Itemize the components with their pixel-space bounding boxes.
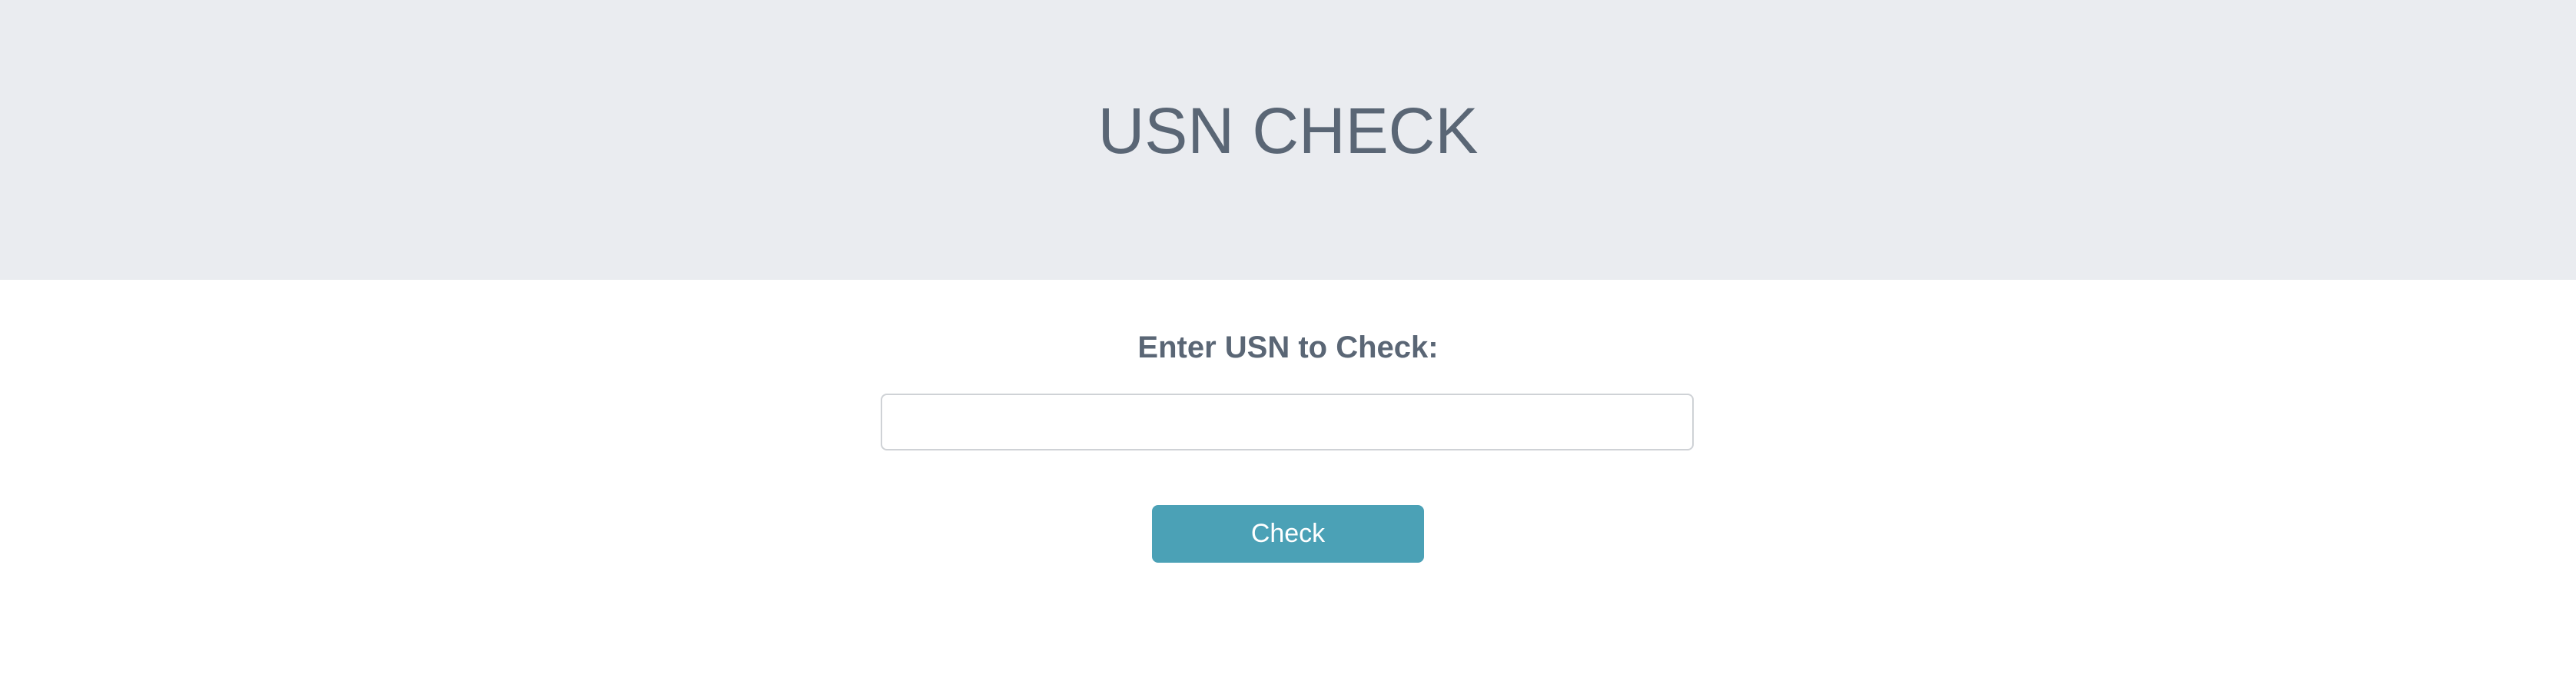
check-button[interactable]: Check: [1152, 505, 1424, 563]
usn-label: Enter USN to Check:: [1137, 331, 1439, 364]
page-title: USN CHECK: [1097, 95, 1479, 167]
usn-input[interactable]: [881, 394, 1694, 450]
header-banner: USN CHECK: [0, 0, 2576, 280]
